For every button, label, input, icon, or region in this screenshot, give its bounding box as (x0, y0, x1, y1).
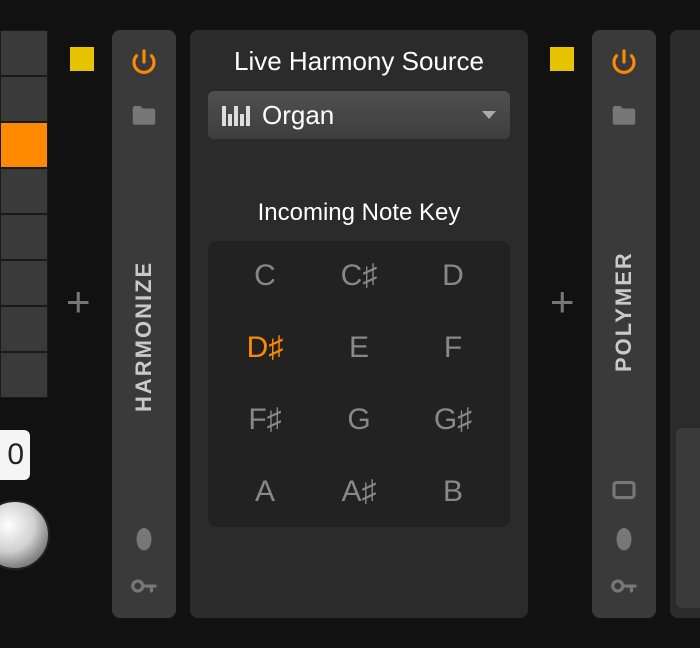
polymer-inner-box (676, 428, 700, 608)
note-key-cell[interactable]: A (218, 475, 312, 509)
harmony-source-value: Organ (262, 100, 334, 131)
left-slot[interactable] (0, 168, 48, 214)
device-indicator-badge (70, 47, 94, 71)
folder-icon[interactable] (606, 98, 642, 134)
config-title: Live Harmony Source (208, 46, 510, 77)
mouse-icon[interactable] (606, 520, 642, 556)
note-key-cell[interactable]: D (406, 259, 500, 293)
left-knob[interactable] (0, 500, 50, 570)
polymer-config-panel-partial (670, 30, 700, 618)
key-icon[interactable] (606, 568, 642, 604)
power-icon[interactable] (126, 44, 162, 80)
left-slot[interactable] (0, 260, 48, 306)
note-key-grid: CC♯D D♯EF F♯GG♯ AA♯B (208, 241, 510, 527)
left-slot[interactable] (0, 214, 48, 260)
left-slot-active[interactable] (0, 122, 48, 168)
note-key-cell[interactable]: F (406, 331, 500, 365)
device-rail-harmonize: HARMONIZE (112, 30, 176, 618)
note-key-cell[interactable]: G♯ (406, 403, 500, 437)
note-key-cell[interactable]: G (312, 403, 406, 437)
display-icon[interactable] (606, 472, 642, 508)
left-value-display[interactable]: 0 (0, 430, 30, 480)
note-key-cell[interactable]: A♯ (312, 475, 406, 509)
power-icon[interactable] (606, 44, 642, 80)
chevron-down-icon (482, 111, 496, 119)
device-indicator-badge (550, 47, 574, 71)
note-key-title: Incoming Note Key (208, 199, 510, 227)
note-key-cell[interactable]: F♯ (218, 403, 312, 437)
add-device-button[interactable]: + (66, 278, 91, 326)
left-slot[interactable] (0, 76, 48, 122)
left-slot[interactable] (0, 352, 48, 398)
device-rail-polymer: POLYMER (592, 30, 656, 618)
note-key-cell[interactable]: B (406, 475, 500, 509)
instrument-icon (222, 104, 250, 126)
mouse-icon[interactable] (126, 520, 162, 556)
left-slot[interactable] (0, 306, 48, 352)
left-slot[interactable] (0, 30, 48, 76)
key-icon[interactable] (126, 568, 162, 604)
left-partial-panel: 0 (0, 30, 50, 398)
harmonize-config-panel: Live Harmony Source Organ Incoming Note … (190, 30, 528, 618)
add-device-button[interactable]: + (550, 278, 575, 326)
device-label: POLYMER (611, 152, 637, 472)
note-key-cell[interactable]: C (218, 259, 312, 293)
device-label: HARMONIZE (131, 152, 157, 520)
harmony-source-dropdown[interactable]: Organ (208, 91, 510, 139)
note-key-cell[interactable]: C♯ (312, 259, 406, 293)
note-key-cell[interactable]: D♯ (218, 331, 312, 365)
note-key-cell[interactable]: E (312, 331, 406, 365)
folder-icon[interactable] (126, 98, 162, 134)
